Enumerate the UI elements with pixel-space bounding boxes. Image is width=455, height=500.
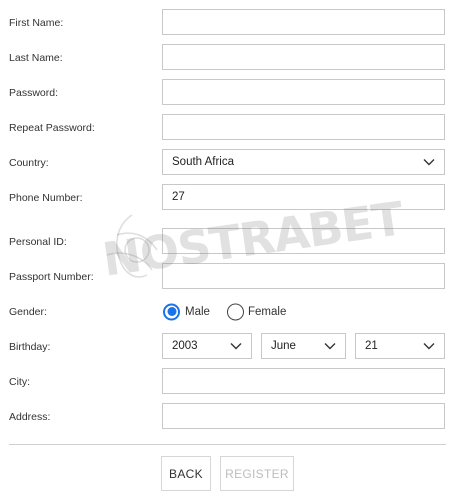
chevron-down-icon	[423, 343, 435, 350]
chevron-down-icon	[423, 159, 435, 166]
password-row: Password:	[0, 79, 455, 106]
phone-number-input[interactable]: 27	[162, 184, 445, 210]
phone-number-value: 27	[172, 191, 185, 203]
passport-number-label: Passport Number:	[9, 270, 94, 283]
back-button[interactable]: BACK	[161, 456, 211, 491]
password-input[interactable]	[162, 79, 445, 105]
phone-number-label: Phone Number:	[9, 191, 83, 204]
birthday-day-value: 21	[365, 340, 378, 352]
personal-id-input[interactable]	[162, 228, 445, 254]
birthday-month-value: June	[271, 340, 296, 352]
password-label: Password:	[9, 86, 59, 99]
country-row: Country: South Africa	[0, 149, 455, 176]
city-row: City:	[0, 368, 455, 395]
city-input[interactable]	[162, 368, 445, 394]
birthday-year-select[interactable]: 2003	[162, 333, 252, 359]
repeat-password-input[interactable]	[162, 114, 445, 140]
repeat-password-label: Repeat Password:	[9, 121, 95, 134]
birthday-day-select[interactable]: 21	[355, 333, 445, 359]
last-name-input[interactable]	[162, 44, 445, 70]
registration-form: First Name: Last Name: Password: Repeat …	[0, 0, 455, 500]
country-select[interactable]: South Africa	[162, 149, 445, 175]
gender-row: Gender: Male Female	[0, 298, 455, 325]
address-input[interactable]	[162, 403, 445, 429]
first-name-row: First Name:	[0, 9, 455, 36]
country-label: Country:	[9, 156, 49, 169]
last-name-label: Last Name:	[9, 51, 63, 64]
gender-male-radio[interactable]	[163, 303, 180, 320]
city-label: City:	[9, 375, 30, 388]
birthday-year-value: 2003	[172, 340, 198, 352]
form-divider	[9, 444, 446, 445]
gender-female-radio[interactable]	[227, 303, 244, 320]
gender-male-label[interactable]: Male	[185, 306, 210, 318]
chevron-down-icon	[230, 343, 242, 350]
birthday-month-select[interactable]: June	[261, 333, 346, 359]
address-label: Address:	[9, 410, 51, 423]
birthday-label: Birthday:	[9, 340, 51, 353]
repeat-password-row: Repeat Password:	[0, 114, 455, 141]
personal-id-label: Personal ID:	[9, 235, 67, 248]
gender-label: Gender:	[9, 305, 47, 318]
register-button[interactable]: REGISTER	[220, 456, 294, 491]
address-row: Address:	[0, 403, 455, 430]
birthday-row: Birthday: 2003 June 21	[0, 333, 455, 360]
personal-id-row: Personal ID:	[0, 228, 455, 255]
first-name-input[interactable]	[162, 9, 445, 35]
country-value: South Africa	[172, 156, 235, 168]
first-name-label: First Name:	[9, 16, 64, 29]
chevron-down-icon	[324, 343, 336, 350]
passport-number-input[interactable]	[162, 263, 445, 289]
last-name-row: Last Name:	[0, 44, 455, 71]
gender-female-label[interactable]: Female	[248, 306, 286, 318]
phone-number-row: Phone Number: 27	[0, 184, 455, 211]
passport-number-row: Passport Number:	[0, 263, 455, 290]
